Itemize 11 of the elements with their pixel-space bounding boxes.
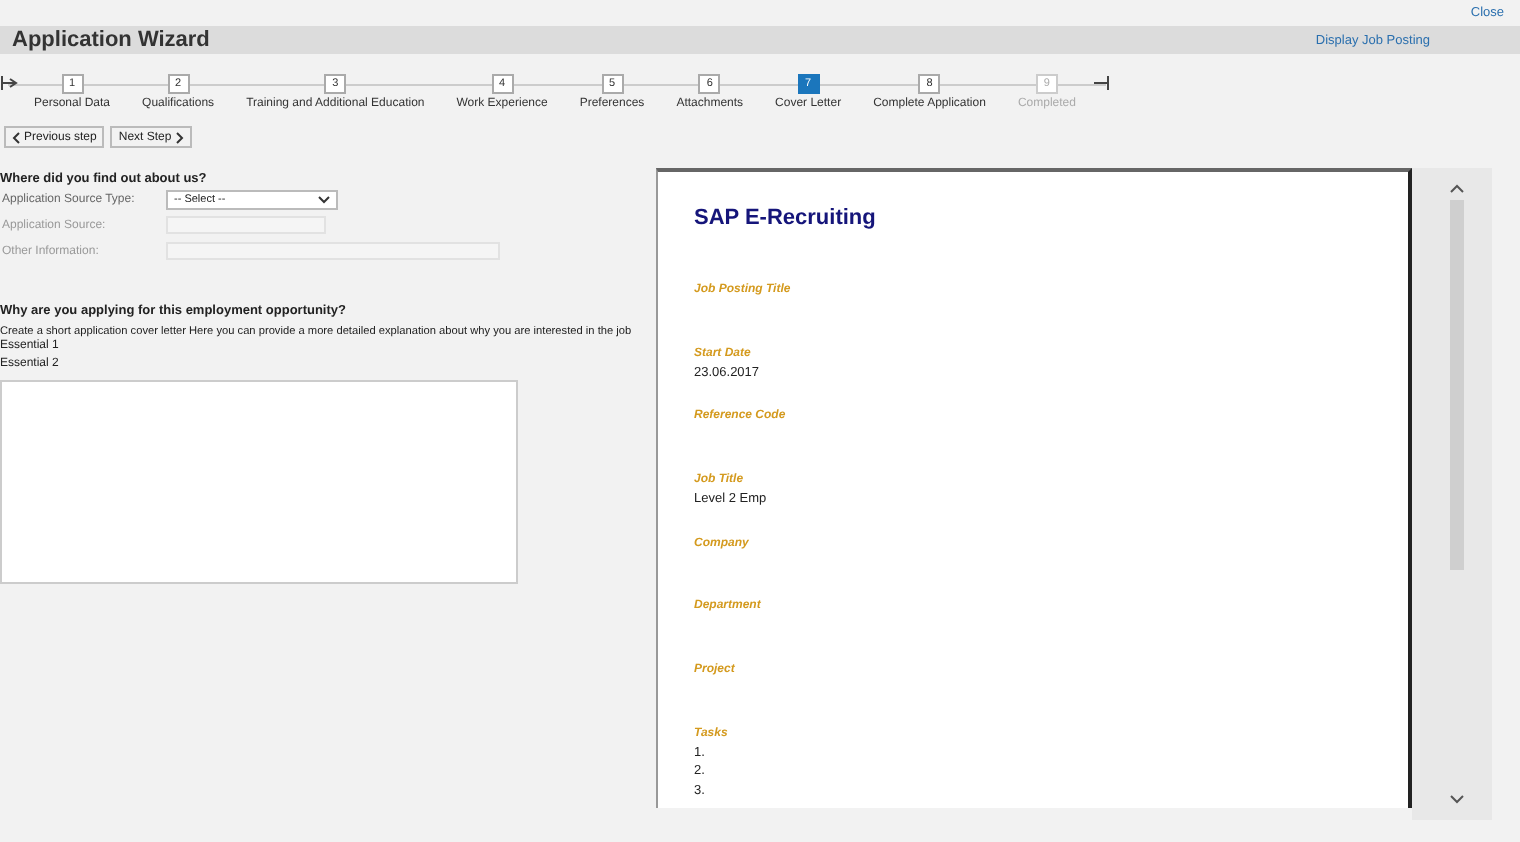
chevron-down-icon [318, 195, 330, 203]
scroll-down-icon[interactable] [1450, 794, 1464, 804]
chevron-right-icon [175, 131, 184, 143]
document-title: SAP E-Recruiting [694, 206, 878, 234]
chevron-left-icon [12, 131, 20, 143]
scroll-up-icon[interactable] [1450, 184, 1464, 194]
cover-letter-field[interactable] [0, 380, 518, 584]
start-icon [0, 76, 18, 90]
end-icon [1091, 76, 1110, 90]
wizard-title: Application Wizard [12, 28, 210, 52]
scrollbar-thumb[interactable] [1450, 200, 1464, 570]
